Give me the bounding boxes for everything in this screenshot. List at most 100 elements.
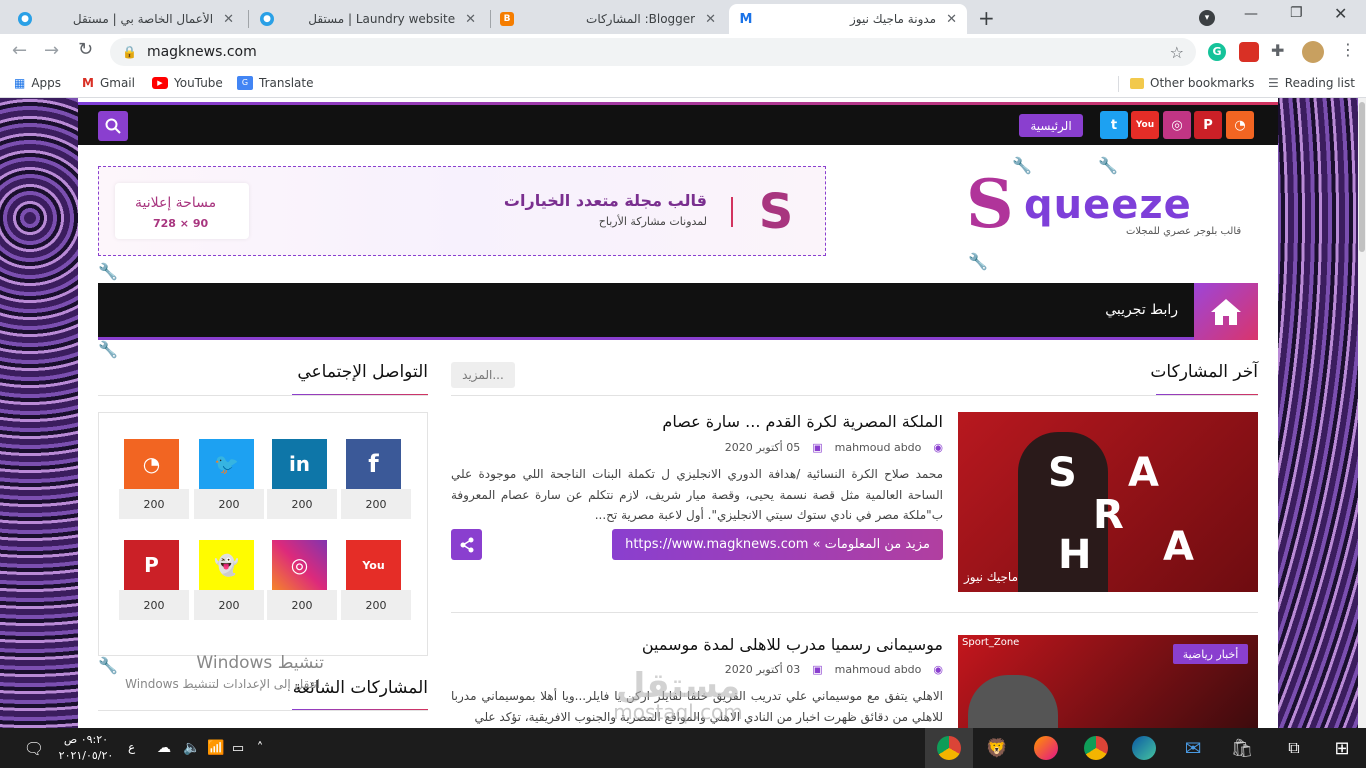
tab-magic-news[interactable]: M مدونة ماجيك نيوز ✕: [729, 4, 967, 34]
volume-icon[interactable]: 🔈: [180, 736, 204, 760]
section-divider: [98, 710, 428, 711]
tab-laundry-website[interactable]: ● Laundry website | مستقل ✕: [250, 4, 486, 34]
minimize-icon[interactable]: —: [1244, 6, 1258, 22]
bookmark-star-icon[interactable]: ☆: [1170, 43, 1184, 62]
tab-title: مدونة ماجيك نيوز: [849, 12, 937, 26]
reading-list[interactable]: ☰ Reading list: [1268, 76, 1355, 90]
thumb-letter: A: [1128, 450, 1159, 496]
bookmark-other[interactable]: Other bookmarks: [1130, 76, 1254, 90]
close-tab-icon[interactable]: ✕: [946, 12, 957, 27]
wifi-icon[interactable]: 📶: [204, 736, 228, 760]
mostaql-watermark: مستقل mostaql.com: [578, 666, 778, 726]
read-more-button[interactable]: مزيد من المعلومات » https://www.magknews…: [612, 529, 943, 560]
instagram-icon[interactable]: ◎: [1163, 111, 1191, 139]
social-counter-pinterest[interactable]: P 200: [119, 540, 189, 622]
tab-search-icon[interactable]: ▾: [1199, 10, 1215, 26]
mostaql-favicon-icon: ●: [260, 12, 274, 26]
new-tab-button[interactable]: +: [978, 6, 995, 30]
follower-count: 200: [267, 489, 337, 519]
bookmark-apps[interactable]: ▦ Apps: [14, 76, 61, 90]
taskbar-active-app[interactable]: [925, 728, 973, 768]
close-tab-icon[interactable]: ✕: [705, 12, 716, 27]
brave-icon[interactable]: 🦁: [985, 736, 1009, 760]
twitter-icon[interactable]: t: [1100, 111, 1128, 139]
restore-icon[interactable]: ❐: [1290, 5, 1303, 21]
page-scrollbar[interactable]: [1358, 98, 1366, 728]
nav-home-button[interactable]: [1194, 283, 1258, 340]
post-title[interactable]: الملكة المصرية لكرة القدم ... سارة عصام: [560, 412, 943, 431]
notifications-icon[interactable]: 🗨: [22, 736, 46, 760]
home-link[interactable]: الرئيسية: [1019, 114, 1083, 137]
profile-avatar[interactable]: [1302, 41, 1324, 63]
mail-icon[interactable]: ✉: [1181, 736, 1205, 760]
store-icon[interactable]: 🛍: [1230, 736, 1254, 760]
follower-count: 200: [119, 489, 189, 519]
close-window-icon[interactable]: ✕: [1334, 4, 1347, 23]
grammarly-extension-icon[interactable]: G: [1208, 43, 1226, 61]
post-author[interactable]: mahmoud abdo: [835, 441, 922, 454]
reload-icon[interactable]: ↻: [78, 39, 93, 60]
pinterest-icon[interactable]: P: [1194, 111, 1222, 139]
social-counters-box: f 200 in 200 🐦 200 ◔ 200 You 200 ◎ 200 👻…: [98, 412, 428, 656]
social-counter-twitter[interactable]: 🐦 200: [194, 439, 264, 521]
watermark-latin: mostaql.com: [613, 700, 743, 724]
share-icon: [460, 537, 473, 552]
post-title[interactable]: موسيمانى رسميا مدرب للاهلى لمدة موسمين: [560, 635, 943, 654]
bookmark-youtube[interactable]: ▶ YouTube: [152, 76, 223, 90]
back-icon[interactable]: ←: [12, 40, 27, 61]
tab-strip: ● الأعمال الخاصة بي | مستقل ✕ ● Laundry …: [0, 0, 1366, 34]
rss-icon[interactable]: ◔: [1226, 111, 1254, 139]
social-counter-snapchat[interactable]: 👻 200: [194, 540, 264, 622]
bookmark-label: Gmail: [99, 76, 135, 90]
social-counter-linkedin[interactable]: in 200: [267, 439, 337, 521]
task-view-icon[interactable]: ⧉: [1282, 736, 1306, 760]
clock[interactable]: ٠٩:٢٠ ص ٢٠٢١/٠٥/٢٠: [58, 732, 114, 764]
edit-wrench-icon[interactable]: 🔧: [1012, 156, 1032, 175]
close-tab-icon[interactable]: ✕: [223, 12, 234, 27]
extensions-puzzle-icon[interactable]: ✚: [1271, 41, 1284, 60]
category-badge[interactable]: أخبار رياضية: [1173, 644, 1248, 664]
input-language[interactable]: ع: [128, 740, 135, 754]
social-counter-rss[interactable]: ◔ 200: [119, 439, 189, 521]
ad-space-card: مساحة إعلانية 728 × 90: [115, 183, 249, 239]
edit-wrench-icon[interactable]: 🔧: [98, 262, 118, 281]
tab-mostaql-works[interactable]: ● الأعمال الخاصة بي | مستقل ✕: [8, 4, 244, 34]
social-heading: التواصل الإجتماعي: [297, 362, 428, 382]
post-author[interactable]: mahmoud abdo: [835, 663, 922, 676]
search-button[interactable]: [98, 111, 128, 141]
author-icon: ◉: [933, 441, 943, 454]
edit-wrench-icon[interactable]: 🔧: [1098, 156, 1118, 175]
news-extension-icon[interactable]: [1239, 42, 1259, 62]
youtube-icon[interactable]: You: [1131, 111, 1159, 139]
social-counter-instagram[interactable]: ◎ 200: [267, 540, 337, 622]
post-thumbnail[interactable]: S A R H A ماجيك نيوز: [958, 412, 1258, 592]
social-counter-youtube[interactable]: You 200: [341, 540, 411, 622]
address-bar[interactable]: 🔒 magknews.com ☆: [110, 38, 1196, 66]
ad-banner[interactable]: مساحة إعلانية 728 × 90 قالب مجلة متعدد ا…: [98, 166, 826, 256]
logo-tagline: قالب بلوجر عصري للمجلات: [1126, 226, 1242, 237]
share-button[interactable]: [451, 529, 482, 560]
ad-space-label: مساحة إعلانية: [135, 195, 217, 211]
onedrive-icon[interactable]: ☁: [152, 736, 176, 760]
edit-wrench-icon[interactable]: 🔧: [98, 340, 118, 359]
scrollbar-thumb[interactable]: [1359, 102, 1365, 252]
social-counter-facebook[interactable]: f 200: [341, 439, 411, 521]
nav-link-test[interactable]: رابط تجريبي: [1105, 302, 1178, 318]
close-tab-icon[interactable]: ✕: [465, 12, 476, 27]
folder-icon: [1130, 77, 1144, 89]
menu-dots-icon[interactable]: ⋮: [1340, 40, 1356, 59]
author-icon: ◉: [933, 663, 943, 676]
firefox-icon[interactable]: [1034, 736, 1058, 760]
bookmark-translate[interactable]: G Translate: [237, 76, 314, 90]
show-hidden-icons[interactable]: ˄: [248, 736, 272, 760]
snapchat-icon: 👻: [199, 540, 254, 590]
more-posts-button[interactable]: المزيد...: [451, 362, 515, 388]
edit-wrench-icon[interactable]: 🔧: [968, 252, 988, 271]
forward-icon[interactable]: →: [44, 40, 59, 61]
start-windows-icon[interactable]: ⊞: [1330, 736, 1354, 760]
tab-blogger-posts[interactable]: B Blogger: المشاركات ✕: [490, 4, 726, 34]
bookmark-gmail[interactable]: M Gmail: [82, 76, 135, 90]
chrome-icon[interactable]: [1084, 736, 1108, 760]
edge-icon[interactable]: [1132, 736, 1156, 760]
battery-icon[interactable]: ▭: [226, 736, 250, 760]
